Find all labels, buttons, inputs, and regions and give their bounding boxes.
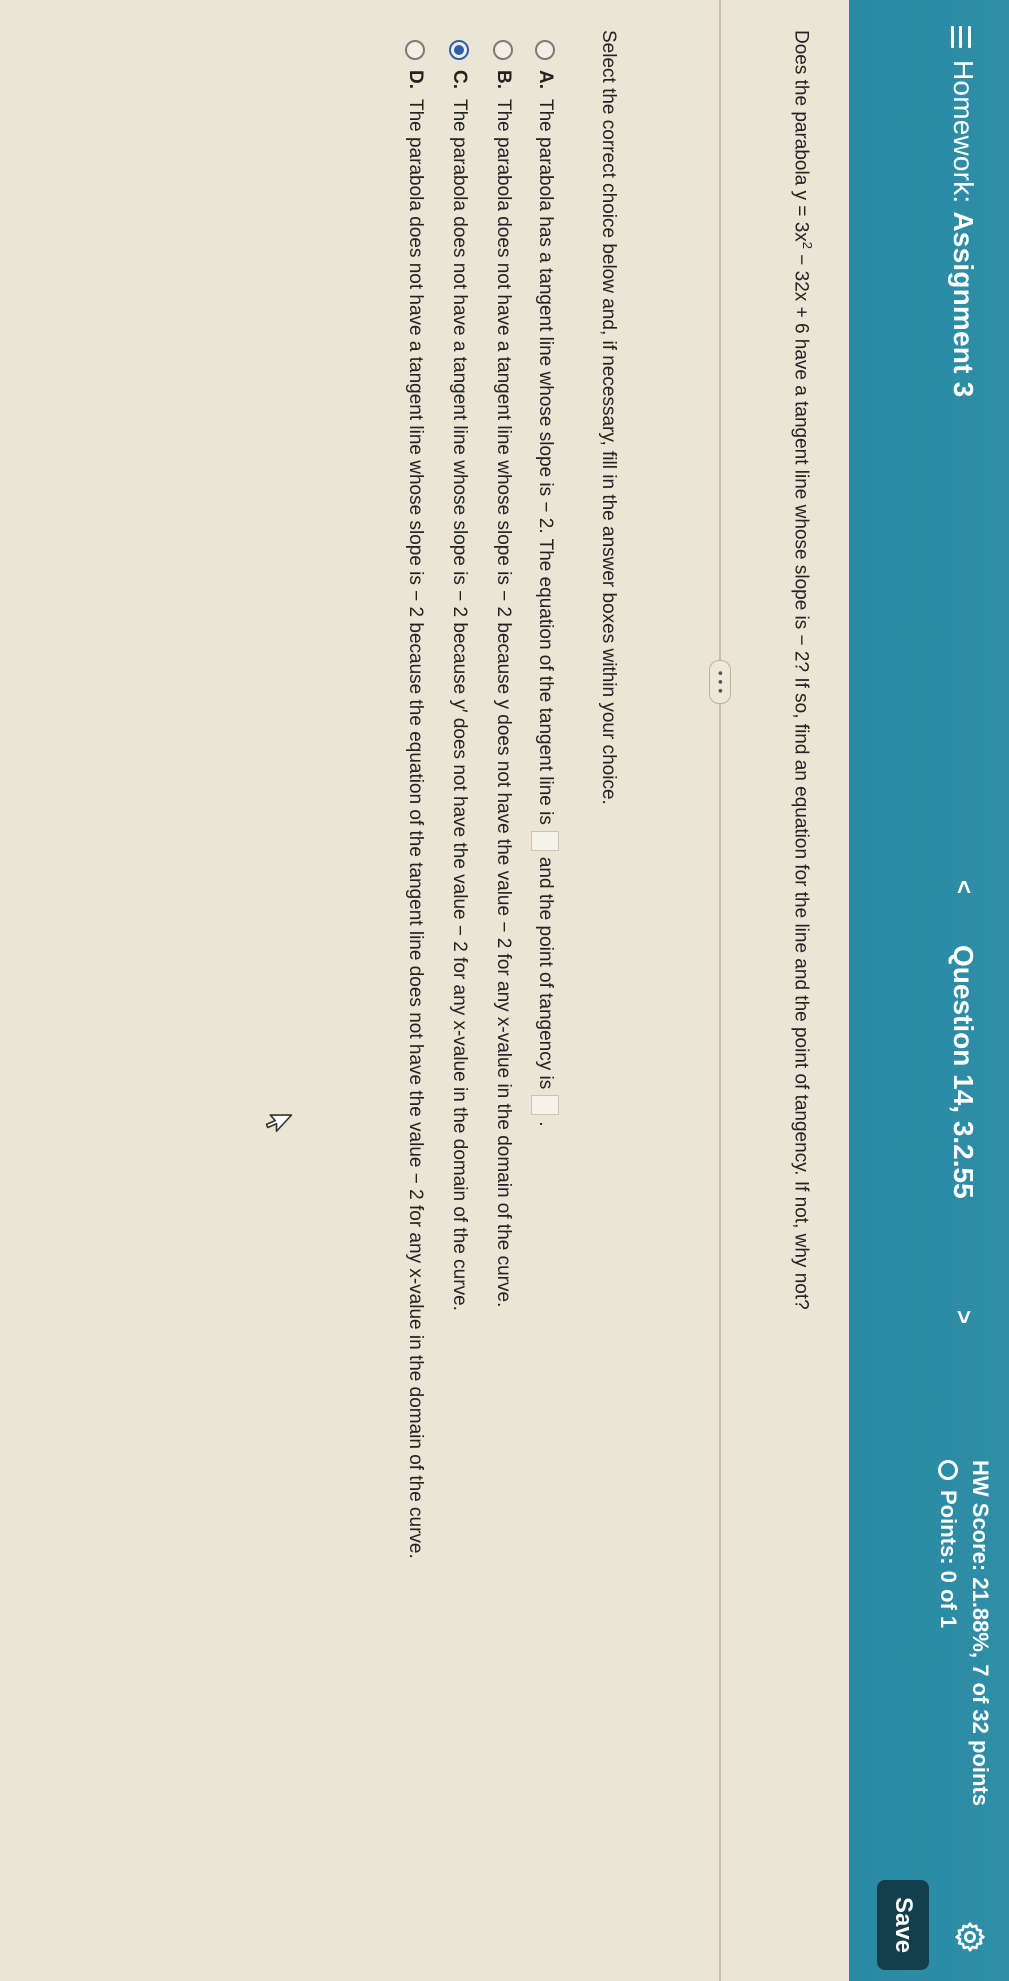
question-prefix: Does the parabola y = 3x [790,30,812,242]
chevron-left-icon[interactable]: < [949,880,977,894]
instruction-text: Select the correct choice below and, if … [598,30,619,805]
points-status: Points: 0 of 1 [935,1460,961,1628]
divider [719,0,721,1981]
points-label: Points: 0 of 1 [936,1490,961,1629]
question-text: Does the parabola y = 3x2 − 32x + 6 have… [790,30,815,1310]
choice-text: The parabola does not have a tangent lin… [405,99,426,1559]
choice-text: and the point of tangency is [535,856,556,1090]
more-button[interactable]: • • • [709,660,731,704]
choice-c[interactable]: C. The parabola does not have a tangent … [448,40,470,1311]
choice-letter: D. [405,70,426,89]
question-exponent: 2 [800,241,815,250]
choice-text: The parabola does not have a tangent lin… [493,99,514,1308]
radio-d[interactable] [405,40,425,60]
homework-title: Homework: Assignment 3 [947,60,979,397]
tangent-line-answer-box[interactable] [531,830,559,851]
radio-c[interactable] [449,40,469,60]
choice-letter: A. [535,70,556,89]
choice-text: The parabola does not have a tangent lin… [449,99,470,1311]
app-window: Homework: Assignment 3 < Question 14, 3.… [0,0,1009,1981]
choice-letter: C. [449,70,470,89]
points-circle-icon [938,1460,958,1480]
choice-a[interactable]: A. The parabola has a tangent line whose… [531,40,559,1127]
save-button[interactable]: Save [877,1880,929,1970]
homework-prefix: Homework: [948,60,979,204]
gear-icon[interactable] [953,1920,987,1954]
radio-selected-dot [454,45,464,55]
choice-text: . [535,1121,556,1127]
assignment-name: Assignment 3 [948,211,979,398]
tangency-point-answer-box[interactable] [531,1095,559,1116]
radio-b[interactable] [493,40,513,60]
header-bar: Homework: Assignment 3 < Question 14, 3.… [849,0,1009,1981]
mouse-cursor-icon [265,1114,293,1133]
menu-icon[interactable] [951,26,971,48]
choice-letter: B. [493,70,514,89]
question-title: Question 14, 3.2.55 [948,945,979,1199]
question-panel: Does the parabola y = 3x2 − 32x + 6 have… [0,0,849,1981]
question-suffix: − 32x + 6 have a tangent line whose slop… [790,249,812,1310]
choice-b[interactable]: B. The parabola does not have a tangent … [492,40,514,1307]
choice-text: The parabola has a tangent line whose sl… [535,99,556,825]
radio-a[interactable] [535,40,555,60]
choice-d[interactable]: D. The parabola does not have a tangent … [404,40,426,1559]
hw-score: HW Score: 21.88%, 7 of 32 points [968,1460,993,1806]
chevron-right-icon[interactable]: > [949,1310,977,1324]
